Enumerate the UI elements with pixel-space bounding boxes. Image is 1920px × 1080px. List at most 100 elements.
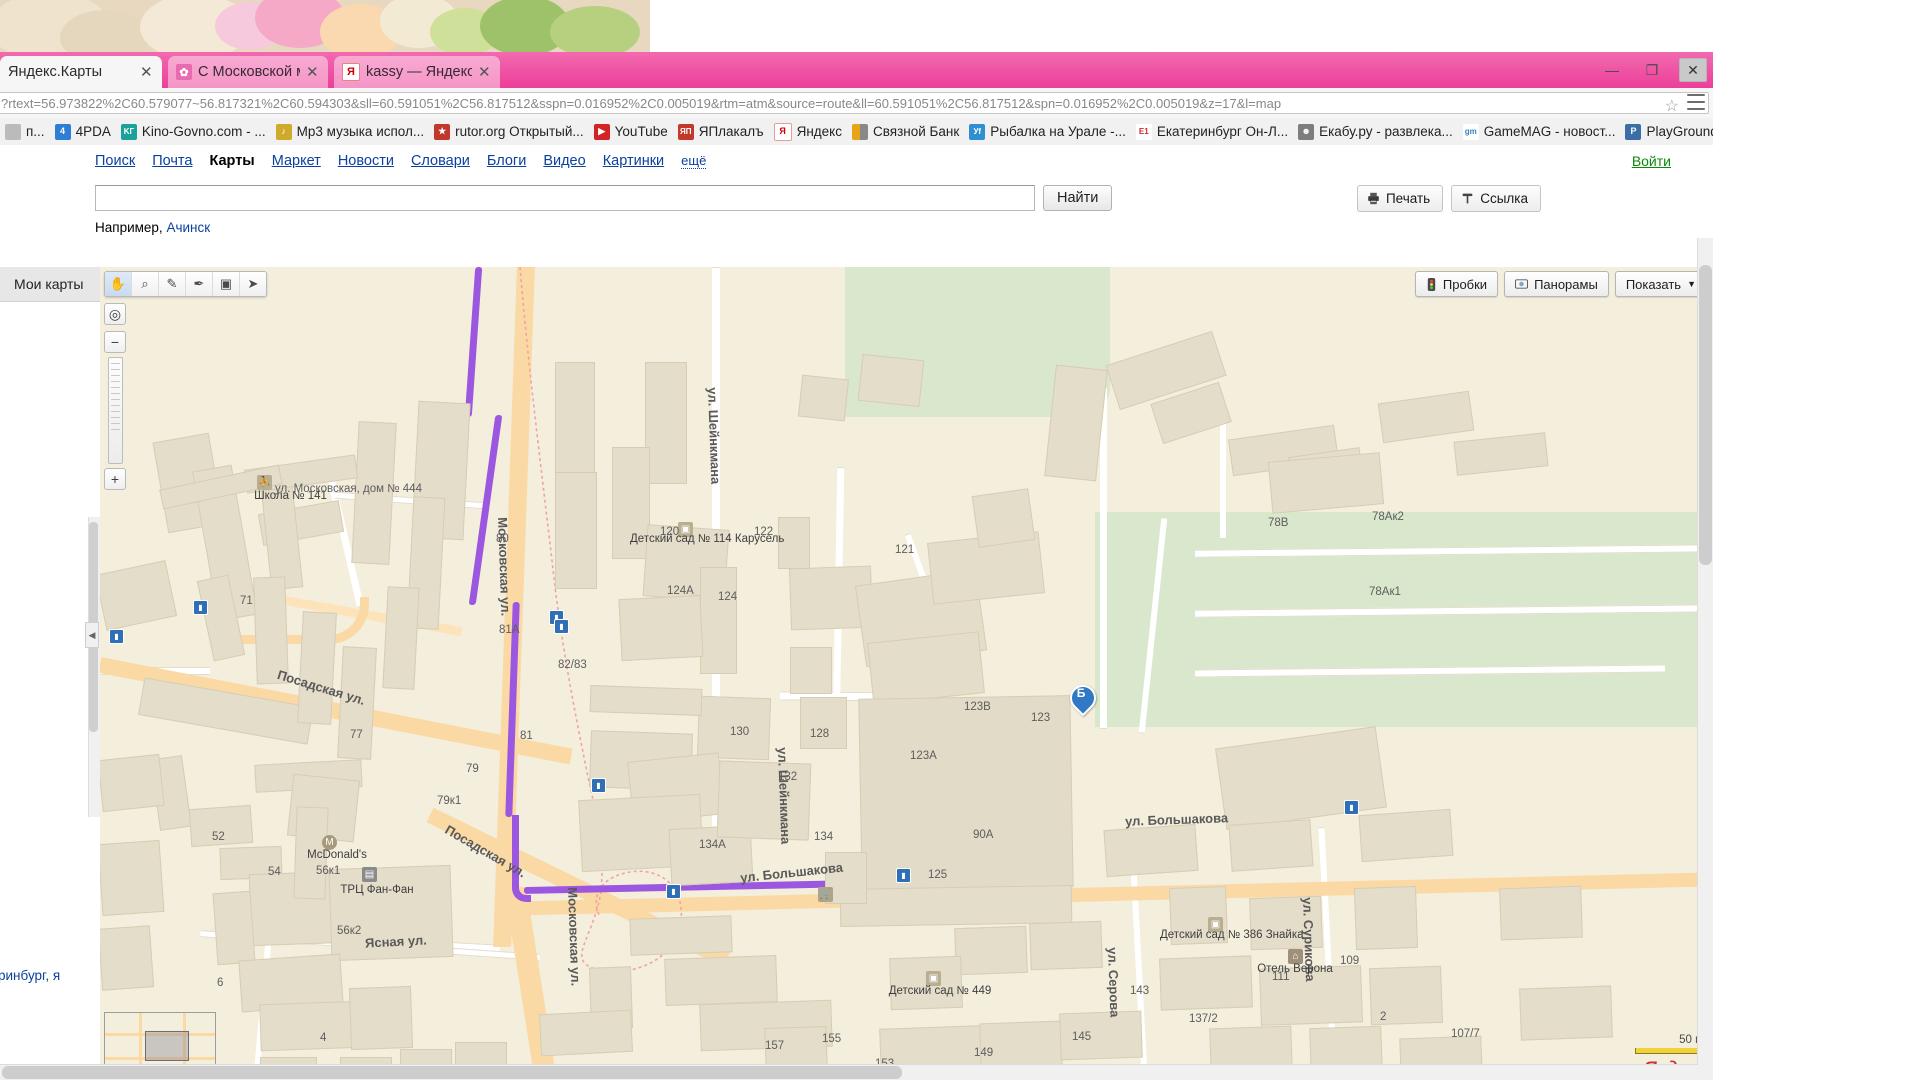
street-label: ул. Шейнкмана — [775, 747, 794, 845]
poi-icon[interactable]: ▣ — [926, 971, 941, 986]
house-number: 2 — [1380, 1011, 1387, 1023]
bookmark-item[interactable]: KГ Kino-Govno.com - ... — [116, 121, 271, 143]
bookmark-item[interactable]: Уf Рыбалка на Урале -... — [964, 121, 1131, 143]
bookmark-item[interactable]: Я Яндекс — [769, 121, 847, 143]
bookmark-item[interactable]: ♪ Mp3 музыка испол... — [271, 121, 430, 143]
page-scrollbar-vertical-thumb[interactable] — [1699, 265, 1712, 565]
bus-stop-icon[interactable]: ▮ — [1344, 800, 1359, 815]
collapse-panel-button[interactable]: ◀ — [85, 622, 99, 648]
house-number: 90А — [973, 829, 994, 841]
house-number: ул. Московская, дом № 444 — [275, 483, 422, 495]
poi-icon[interactable]: ⌂ — [1288, 949, 1303, 964]
locate-button[interactable]: ◎ — [104, 303, 126, 325]
map-viewport[interactable]: ⛹ ▣ M ▤ ▣ ▣ ⌂ 🛒 ▮ ▮ ▮ ▮ ▮ ▮ ▮ ▮ Б Москов… — [100, 267, 1713, 1080]
login-link[interactable]: Войти — [1632, 153, 1671, 169]
tab-2[interactable]: Я kassy — Яндекс: нашлось ✕ — [334, 56, 500, 88]
bookmark-favicon: 4 — [54, 123, 71, 140]
browser-window: Яндекс.Карты ✕ ✿ С Московской можно св ✕… — [0, 52, 1713, 1080]
bookmark-star-icon[interactable]: ☆ — [1665, 96, 1679, 116]
traffic-button[interactable]: Пробки — [1414, 271, 1499, 297]
favicon: ✿ — [176, 64, 192, 80]
bookmark-favicon: ♪ — [275, 123, 292, 140]
poi-icon[interactable]: M — [322, 835, 337, 850]
nav-item-blogi[interactable]: Блоги — [487, 153, 526, 169]
browser-toolbar: ?rtext=56.973822%2C60.579077~56.817321%2… — [0, 88, 1713, 119]
bookmark-item[interactable]: ☻ Екабу.ру - развлека... — [1293, 121, 1458, 143]
bookmark-favicon: gm — [1462, 123, 1479, 140]
poi-icon[interactable]: ▤ — [362, 867, 377, 882]
printer-icon — [1368, 192, 1379, 205]
address-bar[interactable]: ?rtext=56.973822%2C60.579077~56.817321%2… — [0, 92, 1709, 114]
map-marker-b[interactable]: Б — [1064, 679, 1102, 717]
my-maps-header[interactable]: Мои карты — [0, 267, 100, 302]
house-number: 6 — [217, 977, 224, 989]
house-number: 157 — [765, 1040, 785, 1052]
nav-item-video[interactable]: Видео — [543, 153, 585, 169]
nav-item-slovari[interactable]: Словари — [411, 153, 470, 169]
search-input[interactable] — [95, 185, 1035, 211]
hand-tool-icon[interactable]: ✋ — [105, 272, 132, 296]
tab-close-icon[interactable]: ✕ — [478, 65, 492, 80]
bus-stop-icon[interactable]: ▮ — [666, 884, 681, 899]
house-number: 79к1 — [437, 795, 462, 807]
print-button[interactable]: Печать — [1356, 185, 1444, 212]
poi-icon[interactable]: 🛒 — [818, 887, 833, 902]
bus-stop-icon[interactable]: ▮ — [193, 600, 208, 615]
poi-label: Детский сад № 114 Карусель — [630, 533, 785, 545]
search-button[interactable]: Найти — [1043, 185, 1113, 211]
bookmark-item[interactable]: 4 4PDA — [50, 121, 116, 143]
nav-item-market[interactable]: Маркет — [272, 153, 321, 169]
photo-tool-icon[interactable]: ▣ — [213, 272, 240, 296]
zoom-rect-tool-icon[interactable]: ⌕ — [132, 272, 159, 296]
minimap-viewport-box[interactable] — [145, 1031, 189, 1061]
bus-stop-icon[interactable]: ▮ — [109, 629, 124, 644]
panorama-button[interactable]: Панорамы — [1504, 271, 1609, 297]
map-layer-buttons: Пробки Панорамы Показать ▼ — [1414, 271, 1707, 297]
tab-0[interactable]: Яндекс.Карты ✕ — [0, 56, 162, 88]
bookmark-item[interactable]: ▶ YouTube — [589, 121, 673, 143]
bookmark-item[interactable]: ★ rutor.org Открытый... — [429, 121, 589, 143]
zoom-out-button[interactable]: − — [104, 331, 126, 353]
nav-more-link[interactable]: ещё — [681, 153, 707, 169]
panorama-label: Панорамы — [1534, 276, 1598, 292]
maximize-button[interactable]: ❐ — [1639, 59, 1665, 81]
ruler-tool-icon[interactable]: ✎ — [159, 272, 186, 296]
poi-icon[interactable]: ⛹ — [257, 475, 272, 490]
tab-close-icon[interactable]: ✕ — [140, 65, 154, 80]
page-scrollbar-horizontal-thumb[interactable] — [2, 1066, 902, 1079]
link-button[interactable]: Ссылка — [1451, 185, 1541, 212]
nav-item-poisk[interactable]: Поиск — [95, 153, 135, 169]
tab-1[interactable]: ✿ С Московской можно св ✕ — [168, 56, 328, 88]
bookmark-item[interactable]: gm GameMAG - новост... — [1458, 121, 1621, 143]
zoom-in-button[interactable]: + — [104, 468, 126, 490]
select-tool-icon[interactable]: ➤ — [240, 272, 266, 296]
example-link[interactable]: Ачинск — [166, 220, 210, 235]
bookmark-item[interactable]: п... — [0, 121, 50, 143]
show-button[interactable]: Показать ▼ — [1614, 271, 1707, 297]
house-number: 4 — [320, 1032, 327, 1044]
map-tools: ✋ ⌕ ✎ ✒ ▣ ➤ — [104, 271, 267, 297]
bus-stop-icon[interactable]: ▮ — [896, 868, 911, 883]
bookmarks-bar: п... 4 4PDA KГ Kino-Govno.com - ... ♪ Mp3 м… — [0, 118, 1713, 146]
bus-stop-icon[interactable]: ▮ — [554, 619, 569, 634]
house-number: 79 — [466, 763, 479, 775]
tab-close-icon[interactable]: ✕ — [306, 65, 320, 80]
nav-item-novosti[interactable]: Новости — [338, 153, 394, 169]
minimize-button[interactable]: — — [1599, 59, 1625, 81]
browser-menu-icon[interactable] — [1687, 94, 1705, 110]
nav-item-pochta[interactable]: Почта — [152, 153, 192, 169]
nav-item-kartinki[interactable]: Картинки — [603, 153, 664, 169]
bookmark-item[interactable]: Е1 Екатеринбург Он-Л... — [1131, 121, 1293, 143]
zoom-slider[interactable] — [108, 357, 123, 464]
bookmark-item[interactable]: ЯП ЯПлакалъ — [673, 121, 769, 143]
bus-stop-icon[interactable]: ▮ — [591, 778, 606, 793]
map-canvas[interactable]: ⛹ ▣ M ▤ ▣ ▣ ⌂ 🛒 ▮ ▮ ▮ ▮ ▮ ▮ ▮ ▮ Б Москов… — [100, 267, 1713, 1080]
bookmark-item[interactable]: Связной Банк — [847, 121, 964, 143]
nav-item-karty[interactable]: Карты — [209, 153, 254, 169]
draw-tool-icon[interactable]: ✒ — [186, 272, 213, 296]
bookmark-favicon: Я — [773, 122, 792, 141]
bookmark-item[interactable]: P PlayGround.ru - ко... — [1620, 121, 1713, 143]
close-button[interactable]: ✕ — [1679, 58, 1707, 82]
house-number: 123А — [910, 750, 937, 762]
street-label: ул. Шейнкмана — [705, 387, 724, 485]
